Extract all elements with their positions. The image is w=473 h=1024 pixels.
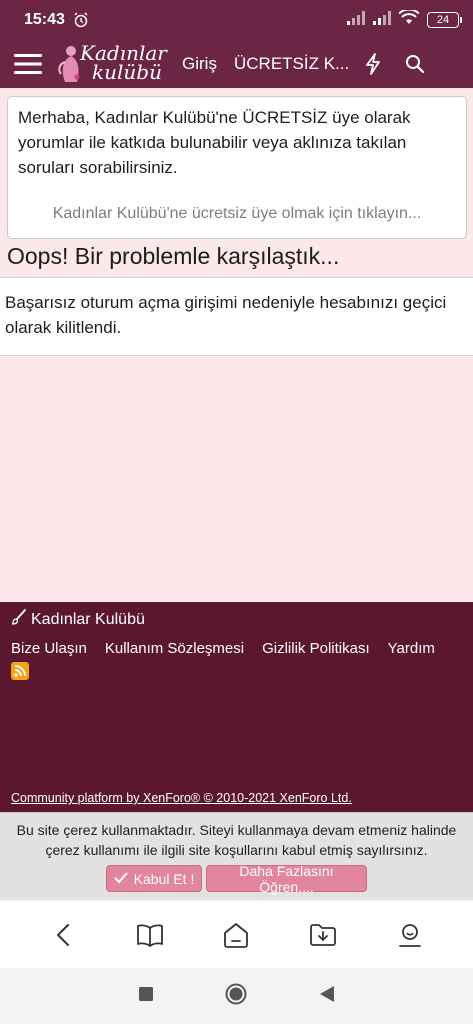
footer-link-help[interactable]: Yardım bbox=[388, 640, 435, 657]
footer-link-contact[interactable]: Bize Ulaşın bbox=[11, 640, 87, 657]
register-notice-link[interactable]: Kadınlar Kulübü'ne ücretsiz üye olmak iç… bbox=[8, 205, 466, 223]
download-folder-icon[interactable] bbox=[303, 915, 343, 955]
signal-icon bbox=[347, 10, 365, 30]
profile-icon[interactable] bbox=[390, 915, 430, 955]
accept-cookies-label: Kabul Et ! bbox=[133, 870, 195, 887]
login-link[interactable]: Giriş bbox=[182, 54, 234, 74]
check-icon bbox=[113, 871, 128, 887]
search-icon[interactable] bbox=[394, 40, 436, 88]
site-header: Kadınlar kulübü Giriş ÜCRETSİZ K... bbox=[0, 40, 473, 88]
system-nav-bar bbox=[0, 968, 473, 1024]
site-logo[interactable]: Kadınlar kulübü bbox=[56, 40, 178, 88]
notice-text: Merhaba, Kadınlar Kulübü'ne ÜCRETSİZ üye… bbox=[18, 108, 411, 177]
signal-icon bbox=[373, 10, 391, 30]
status-time: 15:43 bbox=[24, 11, 65, 28]
battery-icon: 24 bbox=[427, 12, 462, 28]
cookie-text: Bu site çerez kullanmaktadır. Siteyi kul… bbox=[16, 822, 457, 858]
back-icon[interactable] bbox=[43, 915, 83, 955]
site-footer: Kadınlar Kulübü Bize Ulaşın Kullanım Söz… bbox=[0, 602, 473, 812]
wifi-icon bbox=[398, 8, 420, 30]
back-triangle-icon[interactable] bbox=[319, 985, 335, 1008]
cookie-notice: Bu site çerez kullanmaktadır. Siteyi kul… bbox=[0, 812, 473, 900]
learn-more-button[interactable]: Daha Fazlasını Öğren.... bbox=[206, 863, 367, 895]
copyright-link[interactable]: Community platform by XenForo® © 2010-20… bbox=[11, 791, 352, 805]
home-circle-icon[interactable] bbox=[225, 983, 247, 1010]
error-title: Oops! Bir problemle karşılaştık... bbox=[7, 243, 340, 269]
brush-icon bbox=[11, 609, 27, 630]
alarm-icon bbox=[73, 12, 89, 28]
menu-icon[interactable] bbox=[0, 40, 56, 88]
membership-notice: Merhaba, Kadınlar Kulübü'ne ÜCRETSİZ üye… bbox=[7, 96, 467, 239]
logo-text: Kadınlar kulübü bbox=[80, 43, 167, 84]
logo-line-2: kulübü bbox=[92, 60, 162, 84]
footer-brand[interactable]: Kadınlar Kulübü bbox=[11, 609, 145, 630]
error-message: Başarısız oturum açma girişimi nedeniyle… bbox=[0, 277, 473, 356]
book-icon[interactable] bbox=[130, 915, 170, 955]
footer-link-terms[interactable]: Kullanım Sözleşmesi bbox=[105, 640, 244, 657]
accept-cookies-button[interactable]: Kabul Et ! bbox=[106, 865, 202, 892]
cookie-buttons: Kabul Et ! Daha Fazlasını Öğren.... bbox=[0, 863, 473, 895]
register-link[interactable]: ÜCRETSİZ K... bbox=[234, 54, 352, 74]
footer-brand-label: Kadınlar Kulübü bbox=[31, 610, 145, 628]
recent-apps-icon[interactable] bbox=[138, 986, 153, 1006]
status-bar: 15:43 24 bbox=[0, 0, 473, 40]
home-icon[interactable] bbox=[216, 915, 256, 955]
lightning-icon[interactable] bbox=[352, 40, 394, 88]
rss-icon[interactable] bbox=[11, 662, 29, 680]
browser-bottom-nav bbox=[0, 900, 473, 968]
footer-links: Bize Ulaşın Kullanım Sözleşmesi Gizlilik… bbox=[11, 640, 435, 657]
footer-link-privacy[interactable]: Gizlilik Politikası bbox=[262, 640, 370, 657]
